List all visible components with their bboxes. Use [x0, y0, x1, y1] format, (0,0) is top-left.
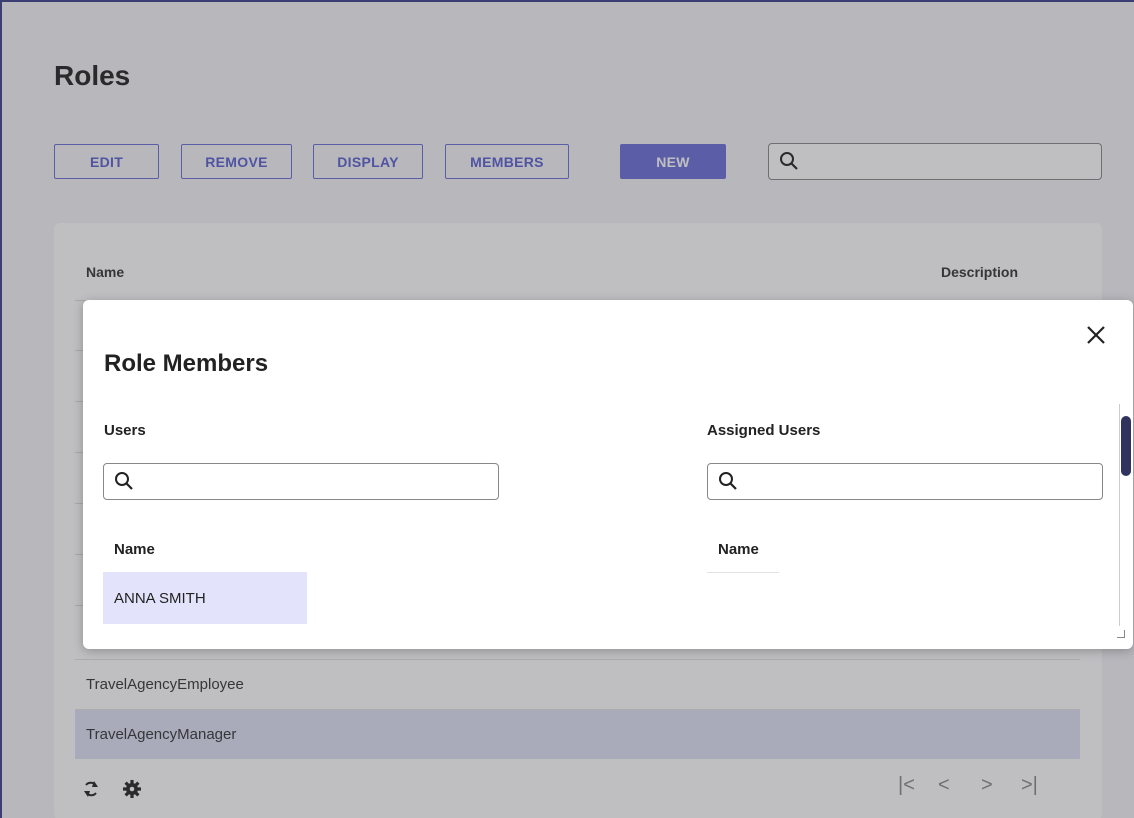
users-label: Users	[104, 422, 146, 439]
dialog-title: Role Members	[104, 350, 269, 377]
assigned-header-divider	[707, 572, 779, 573]
role-members-dialog: Role Members Users Assigned Users Name N…	[83, 300, 1133, 649]
scrollbar-thumb[interactable]	[1121, 416, 1131, 476]
search-icon	[719, 472, 737, 490]
users-search-input[interactable]	[103, 463, 499, 500]
close-icon[interactable]	[1083, 322, 1109, 348]
resize-handle[interactable]	[1117, 630, 1125, 638]
user-list-item[interactable]: ANNA SMITH	[103, 572, 307, 624]
user-name: ANNA SMITH	[114, 589, 206, 607]
assigned-users-search-input[interactable]	[707, 463, 1103, 500]
users-name-column-header[interactable]: Name	[114, 541, 155, 558]
assigned-name-column-header[interactable]: Name	[718, 541, 759, 558]
search-icon	[115, 472, 133, 490]
assigned-users-label: Assigned Users	[707, 422, 821, 439]
scrollbar-track[interactable]	[1119, 404, 1120, 626]
